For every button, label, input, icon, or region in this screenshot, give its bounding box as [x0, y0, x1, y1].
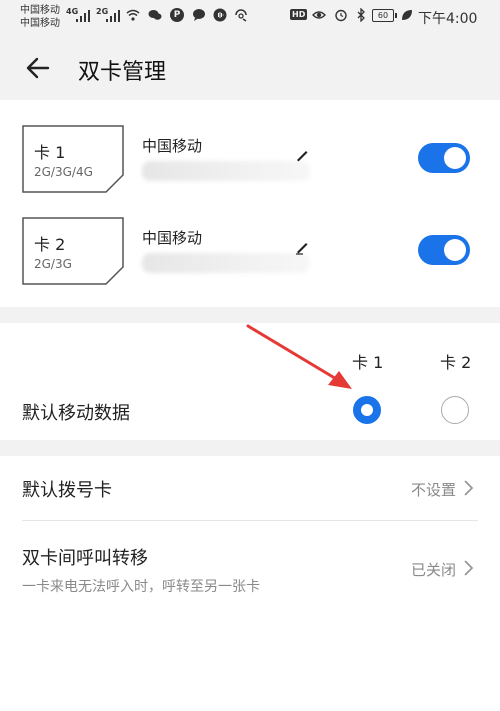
carrier-1-label: 中国移动 [20, 5, 60, 16]
list-item-subtitle: 一卡来电无法呼入时，呼转至另一张卡 [22, 579, 260, 595]
list-item-value: 已关闭 [410, 561, 456, 579]
parking-app-icon: P [170, 8, 184, 22]
sim-carrier-name: 中国移动 [142, 229, 203, 247]
carrier-labels: 中国移动 中国移动 [20, 4, 60, 30]
chevron-right-icon [464, 560, 474, 576]
back-arrow-icon[interactable] [22, 52, 54, 84]
sim-card-name: 卡 2 [34, 235, 66, 254]
page-title: 双卡管理 [78, 60, 167, 85]
sim-card-row-2: 卡 2 2G/3G 中国移动 [0, 217, 500, 297]
wifi-icon [126, 9, 140, 21]
message-icon [193, 9, 205, 21]
leaf-icon [402, 10, 412, 20]
toggle-knob [444, 147, 466, 169]
app-header: 双卡管理 [0, 36, 500, 100]
audio-app-icon [213, 8, 227, 22]
default-data-radio-sim-2[interactable] [441, 396, 469, 424]
eye-comfort-icon [312, 11, 326, 19]
sim-1-toggle[interactable] [418, 143, 470, 173]
phone-number-redacted [142, 253, 310, 273]
default-data-label: 默认移动数据 [22, 403, 130, 424]
column-label-sim-2: 卡 2 [440, 353, 472, 372]
sim-card-list: 卡 1 2G/3G/4G 中国移动 卡 2 2G/3G 中国移动 [0, 100, 500, 307]
phone-number-redacted [142, 161, 310, 181]
hotspot-icon [235, 9, 247, 22]
settings-list: 默认拨号卡 不设置 双卡间呼叫转移 一卡来电无法呼入时，呼转至另一张卡 已关闭 [0, 456, 500, 711]
carrier-2-label: 中国移动 [20, 18, 60, 29]
edit-icon[interactable] [294, 239, 310, 255]
wechat-icon [148, 10, 162, 20]
sim-network-types: 2G/3G [34, 257, 72, 271]
sim-carrier-name: 中国移动 [142, 137, 203, 155]
sim-card-row-1: 卡 1 2G/3G/4G 中国移动 [0, 125, 500, 205]
default-data-section: 卡 1 卡 2 默认移动数据 [0, 323, 500, 440]
sim-card-name: 卡 1 [34, 143, 66, 162]
battery-icon: 60 [372, 9, 397, 22]
list-item-value: 不设置 [410, 481, 456, 499]
list-item-title: 双卡间呼叫转移 [22, 548, 148, 569]
clock: 下午4:00 [418, 11, 478, 27]
status-bar: 中国移动 中国移动 4G 2G P HD 60 下午4:00 [0, 0, 500, 36]
bluetooth-icon [357, 8, 365, 22]
list-item-title: 默认拨号卡 [22, 480, 112, 501]
sim-network-types: 2G/3G/4G [34, 165, 93, 179]
toggle-knob [444, 239, 466, 261]
default-data-radio-sim-1[interactable] [353, 396, 381, 424]
signal-2-icon [106, 10, 120, 22]
alarm-icon [335, 9, 347, 22]
edit-icon[interactable] [294, 147, 310, 163]
signal-1-icon [76, 10, 90, 22]
column-label-sim-1: 卡 1 [352, 353, 384, 372]
chevron-right-icon [464, 480, 474, 496]
list-item-default-dial-card[interactable]: 默认拨号卡 不设置 [0, 456, 500, 520]
list-item-call-forwarding[interactable]: 双卡间呼叫转移 一卡来电无法呼入时，呼转至另一张卡 已关闭 [0, 521, 500, 611]
sim-2-toggle[interactable] [418, 235, 470, 265]
hd-icon: HD [290, 9, 308, 20]
